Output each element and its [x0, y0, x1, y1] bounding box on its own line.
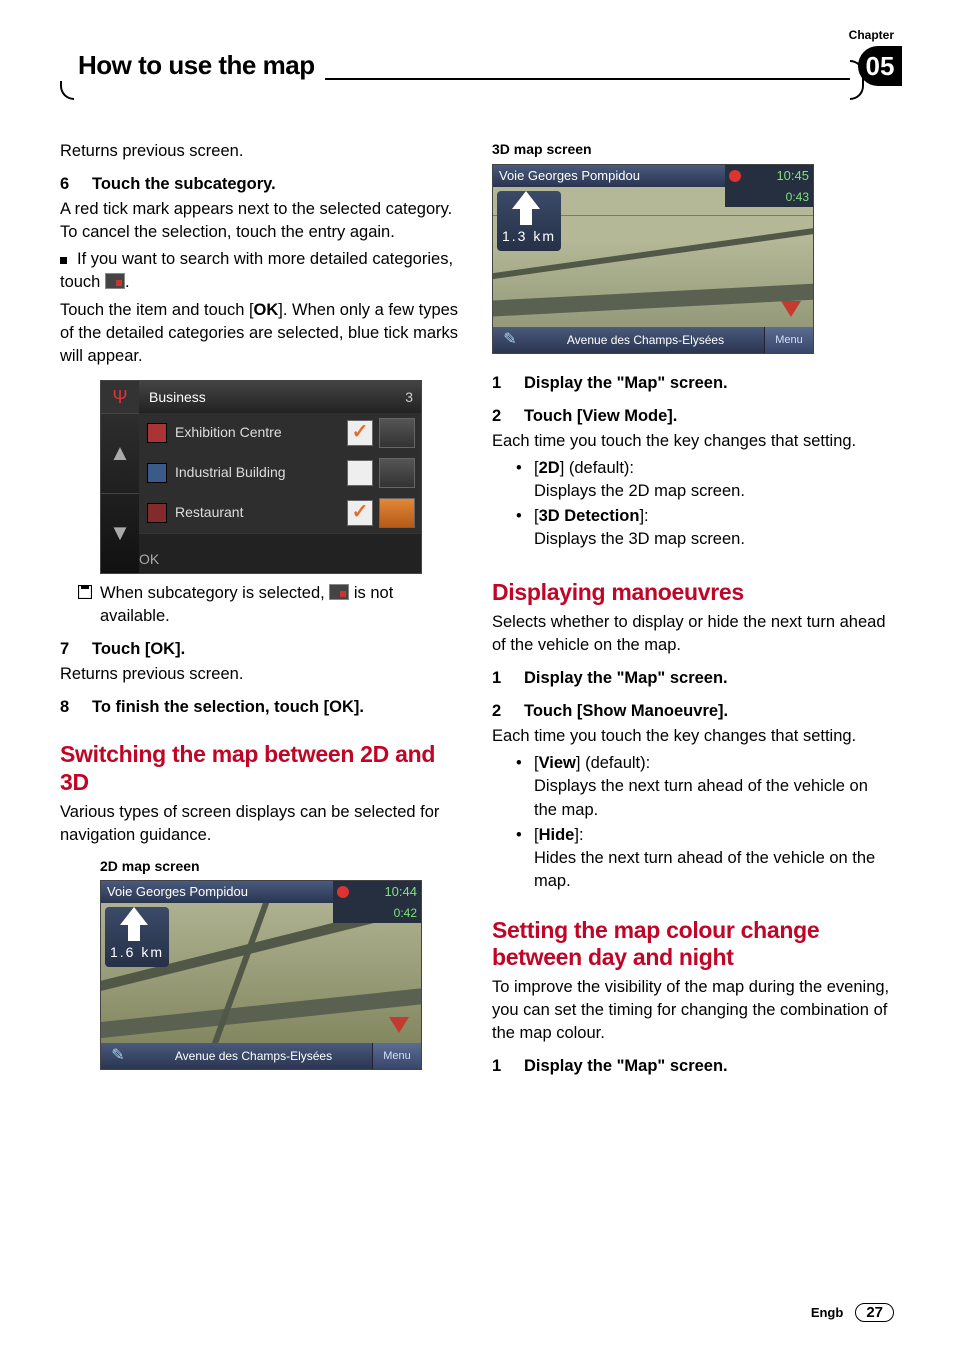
step-2b: 2 Touch [Show Manoeuvre].: [492, 700, 894, 723]
bullet-view: • [View] (default):Displays the next tur…: [516, 752, 894, 821]
checkbox-checked-icon: ✓: [347, 500, 373, 526]
menu-button-label: Menu: [764, 327, 813, 353]
text: Various types of screen displays can be …: [60, 801, 462, 847]
text: Touch the item and touch [OK]. When only…: [60, 299, 462, 368]
language-code: Engb: [811, 1305, 844, 1320]
eta-time: 0:43: [725, 187, 813, 207]
note-icon: [78, 582, 100, 628]
poi-icon: [147, 423, 167, 443]
heading-switching: Switching the map between 2D and 3D: [60, 741, 462, 796]
page-footer: Engb 27: [811, 1303, 894, 1322]
step-1c: 1 Display the "Map" screen.: [492, 1055, 894, 1078]
tool-icon: ✎: [493, 327, 527, 353]
chapter-title: How to use the map: [60, 50, 325, 81]
turn-indicator: 1.6 km: [105, 907, 169, 967]
step-1b: 1 Display the "Map" screen.: [492, 667, 894, 690]
down-arrow-icon: ▼: [101, 493, 139, 573]
step-2: 2 Touch [View Mode].: [492, 405, 894, 428]
heading-colour: Setting the map colour change between da…: [492, 917, 894, 972]
screenshot-3d-map: Voie Georges Pompidou 10:45 0:43 1.3 km …: [492, 164, 814, 354]
turn-distance: 1.6 km: [105, 943, 169, 963]
step-6: 6 Touch the subcategory.: [60, 173, 462, 196]
next-street: Avenue des Champs-Elysées: [527, 327, 764, 353]
text: Each time you touch the key changes that…: [492, 430, 894, 453]
current-street: Voie Georges Pompidou: [493, 165, 725, 187]
screenshot-category-list: Ψ ▲ ▼ Business 3 Exhibition Centre ✓ Ind…: [100, 380, 422, 574]
step-1: 1 Display the "Map" screen.: [492, 372, 894, 395]
caption-3d: 3D map screen: [492, 140, 894, 160]
current-street: Voie Georges Pompidou: [101, 881, 333, 903]
turn-indicator: 1.3 km: [497, 191, 561, 251]
chapter-number: 05: [858, 46, 902, 86]
text: To improve the visibility of the map dur…: [492, 976, 894, 1045]
category-count: 3: [405, 381, 413, 413]
heading-manoeuvres: Displaying manoeuvres: [492, 579, 894, 607]
turn-arrow-icon: [514, 195, 544, 225]
turn-distance: 1.3 km: [497, 227, 561, 247]
detail-button: [379, 418, 415, 448]
detail-button-active: [379, 498, 415, 528]
text: Selects whether to display or hide the n…: [492, 611, 894, 657]
ok-button-label: OK: [139, 545, 421, 573]
checkbox-unchecked-icon: ✓: [347, 460, 373, 486]
page-number: 27: [855, 1303, 894, 1322]
caption-2d: 2D map screen: [100, 857, 462, 877]
category-header: Business 3: [139, 381, 421, 413]
destination-flag-icon: [389, 1017, 409, 1033]
filter-icon: Ψ: [101, 381, 139, 414]
next-street: Avenue des Champs-Elysées: [135, 1043, 372, 1069]
clock-time: 10:44: [333, 881, 421, 903]
bullet-hide: • [Hide]:Hides the next turn ahead of th…: [516, 824, 894, 893]
detail-button: [379, 458, 415, 488]
step-8: 8 To finish the selection, touch [OK].: [60, 696, 462, 719]
category-row: Restaurant ✓: [139, 493, 421, 534]
right-column: 3D map screen Voie Georges Pompidou 10:4…: [492, 140, 894, 1080]
checkbox-checked-icon: ✓: [347, 420, 373, 446]
step-7: 7 Touch [OK].: [60, 638, 462, 661]
category-row: Industrial Building ✓: [139, 453, 421, 494]
chapter-label: Chapter: [849, 28, 894, 42]
category-row: Exhibition Centre ✓: [139, 413, 421, 454]
bullet-2d: • [2D] (default):Displays the 2D map scr…: [516, 457, 894, 503]
note: When subcategory is selected, is not ava…: [78, 582, 462, 628]
text: Returns previous screen.: [60, 663, 462, 686]
text: Returns previous screen.: [60, 140, 462, 163]
clock-time: 10:45: [725, 165, 813, 187]
text: Each time you touch the key changes that…: [492, 725, 894, 748]
bullet-3d: • [3D Detection]:Displays the 3D map scr…: [516, 505, 894, 551]
detail-icon: [105, 273, 125, 289]
destination-flag-icon: [781, 301, 801, 317]
detail-icon: [329, 584, 349, 600]
left-column: Returns previous screen. 6 Touch the sub…: [60, 140, 462, 1080]
poi-icon: [147, 503, 167, 523]
page-header: How to use the map Chapter 05: [60, 50, 894, 100]
poi-icon: [147, 463, 167, 483]
screenshot-2d-map: Voie Georges Pompidou 10:44 0:42 1.6 km …: [100, 880, 422, 1070]
text: A red tick mark appears next to the sele…: [60, 198, 462, 244]
tool-icon: ✎: [101, 1043, 135, 1069]
turn-arrow-icon: [122, 911, 152, 941]
up-arrow-icon: ▲: [101, 414, 139, 493]
list-item: If you want to search with more detailed…: [60, 248, 462, 294]
menu-button-label: Menu: [372, 1043, 421, 1069]
eta-time: 0:42: [333, 903, 421, 923]
